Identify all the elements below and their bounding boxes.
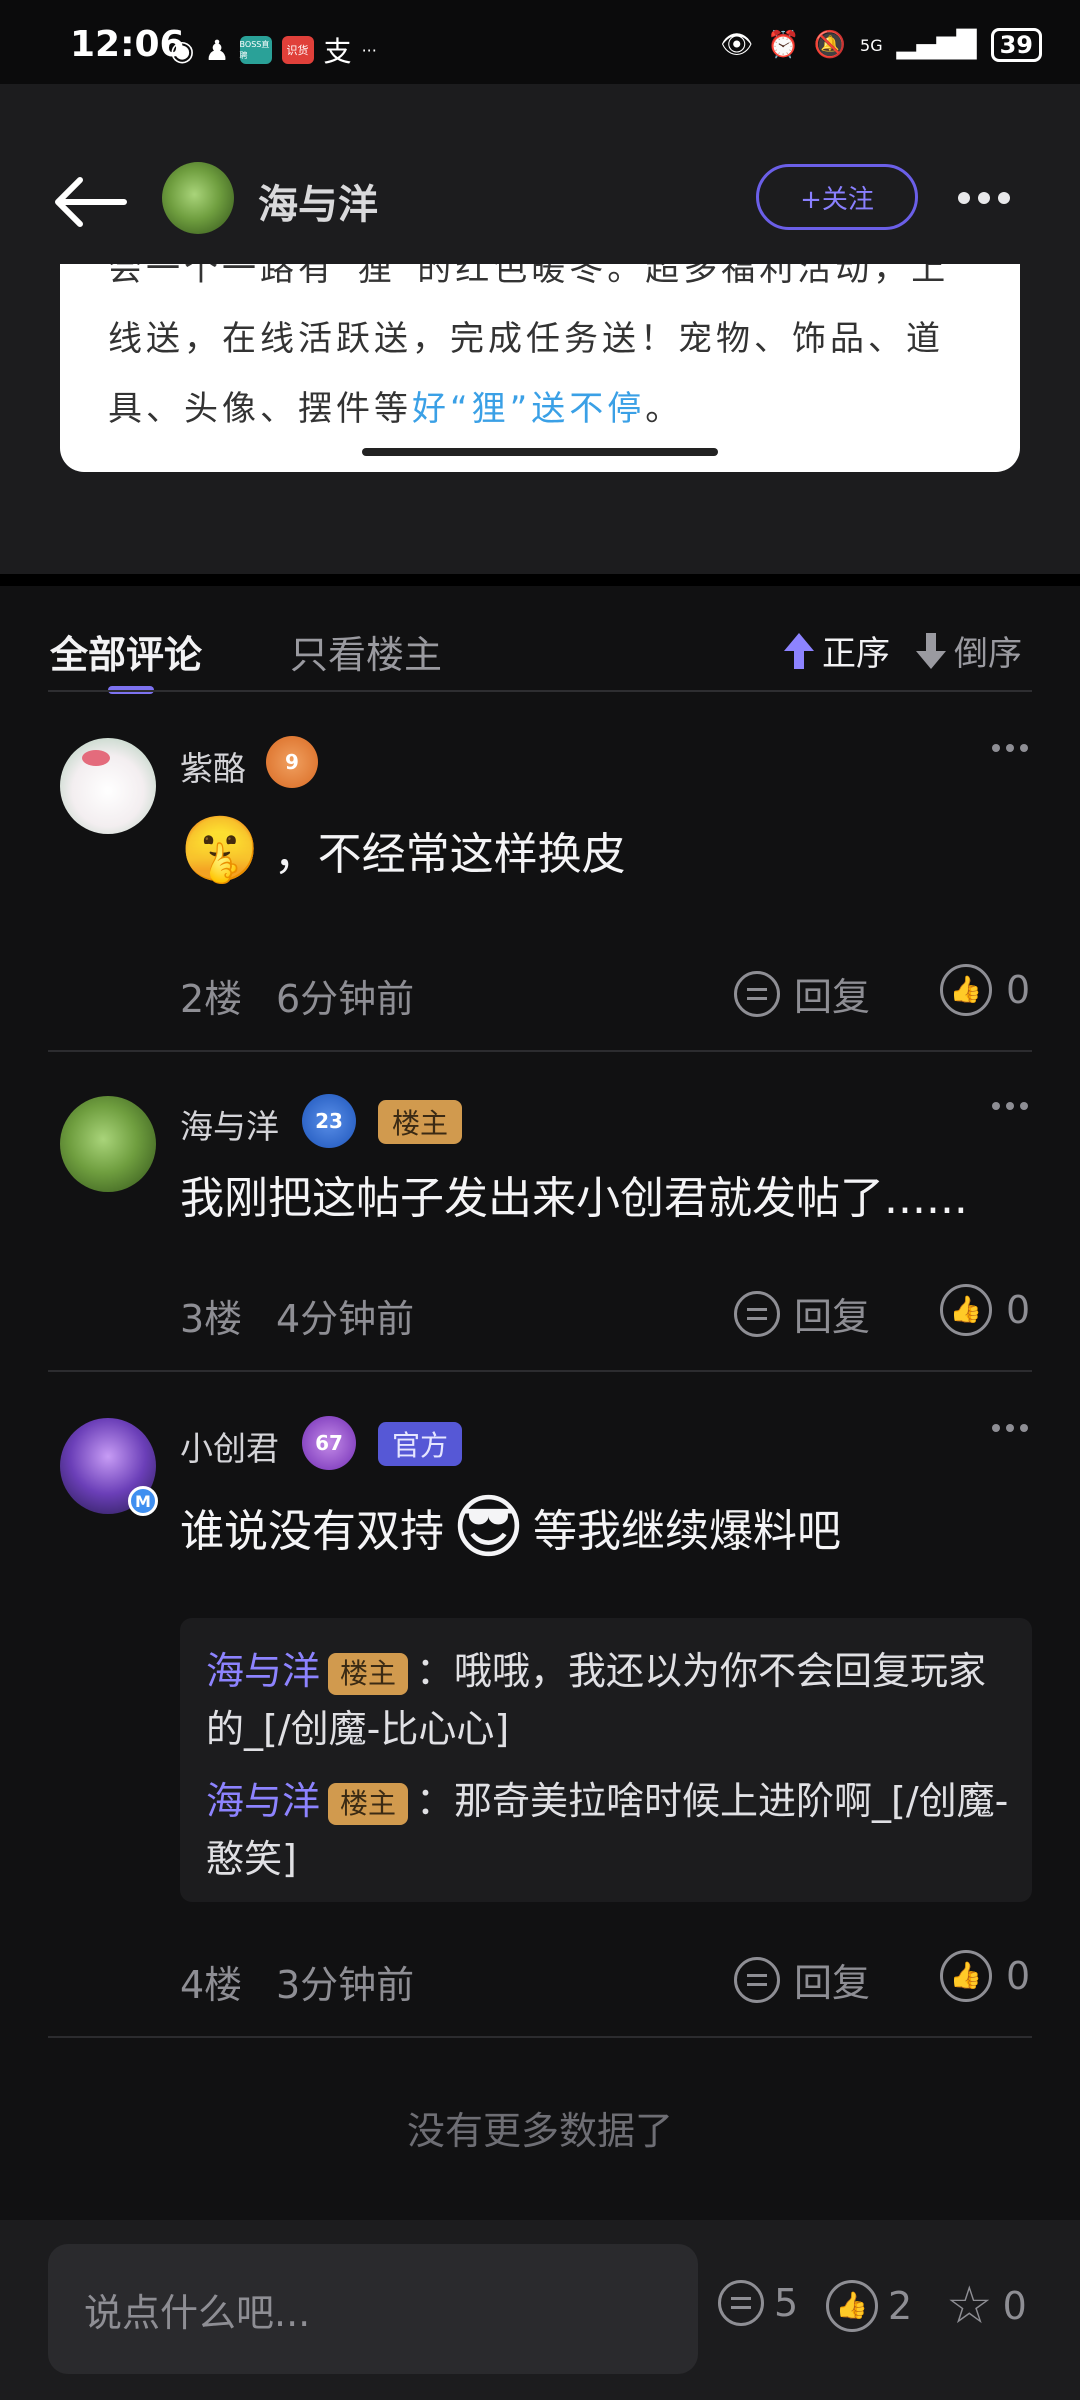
arrow-down-icon (916, 632, 946, 669)
verified-badge-icon: M (128, 1486, 158, 1516)
eye-icon: 👁 (720, 30, 754, 60)
thumbs-up-icon: 👍 (940, 964, 992, 1016)
wechat-icon: ◉ (170, 33, 195, 67)
comment-time: 4分钟前 (276, 1297, 415, 1341)
reply-icon (734, 1956, 780, 2003)
more-notifications-icon: ··· (361, 40, 377, 60)
status-right: 👁 ⏰ 🔕 5G ▂▄▆█ 39 (720, 28, 1042, 62)
comment-icon (718, 2280, 764, 2326)
reply-button[interactable]: 回复 (734, 1286, 870, 1341)
post-highlight: 好“狸”送不停 (412, 389, 646, 429)
mute-icon: 🔕 (813, 30, 847, 60)
comment-separator (48, 2036, 1032, 2038)
comments-count-button[interactable]: 5 (718, 2280, 798, 2326)
post-content-area: 会一个一路有“狸”的红色暖冬。超多福利活动，上 线送，在线活跃送，完成任务送！宠… (0, 264, 1080, 574)
qq-icon: ♟ (204, 33, 230, 67)
user-avatar[interactable] (60, 738, 156, 834)
reply-username: 海与洋 (206, 1649, 321, 1693)
reply-thread[interactable]: 海与洋 楼主 ：哦哦，我还以为你不会回复玩家的_[/创魔-比心心] 海与洋 楼主 ：那奇… (180, 1618, 1032, 1902)
notification-icons: ◉ ♟ BOSS直聘 识货 支 ··· (170, 30, 377, 70)
comment-separator (48, 1050, 1032, 1052)
comment-text: 🤫 ，不经常这样换皮 (180, 813, 626, 887)
like-button[interactable]: 👍 0 (940, 1284, 1030, 1336)
reply-button[interactable]: 回复 (734, 966, 870, 1021)
alipay-icon: 支 (323, 35, 352, 68)
user-avatar[interactable] (60, 1096, 156, 1192)
thumbs-up-icon: 👍 (940, 1950, 992, 2002)
comment-floor: 4楼 (180, 1963, 243, 2007)
comment-time: 3分钟前 (276, 1963, 415, 2007)
reply-icon (734, 1290, 780, 1337)
level-badge: 23 (302, 1094, 356, 1148)
sort-desc-button[interactable]: 倒序 (914, 626, 1022, 675)
likes-count-button[interactable]: 👍 2 (826, 2280, 912, 2332)
thumbs-up-icon: 👍 (940, 1284, 992, 1336)
like-button[interactable]: 👍 0 (940, 964, 1030, 1016)
reply-item: 海与洋 楼主 ：哦哦，我还以为你不会回复玩家的_[/创魔-比心心] (206, 1649, 987, 1751)
status-bar: 12:06 ◉ ♟ BOSS直聘 识货 支 ··· 👁 ⏰ 🔕 5G ▂▄▆█ … (0, 0, 1080, 84)
reply-item: 海与洋 楼主 ：那奇美拉啥时候上进阶啊_[/创魔-憨笑] (206, 1779, 1009, 1881)
post-text: 会一个一路有“狸”的红色暖冬。超多福利活动，上 线送，在线活跃送，完成任务送！宠… (108, 264, 950, 429)
follow-button[interactable]: +关注 (756, 164, 918, 230)
user-avatar[interactable]: M (60, 1418, 158, 1516)
signal-icon: ▂▄▆█ (896, 30, 977, 60)
thumbs-up-icon: 👍 (826, 2280, 878, 2332)
tab-underline (48, 690, 1032, 692)
comment-floor: 2楼 (180, 977, 243, 1021)
owner-tag: 楼主 (328, 1652, 409, 1695)
official-tag: 官方 (378, 1422, 463, 1466)
comment-username[interactable]: 小创君 (180, 1422, 279, 1470)
owner-tag: 楼主 (328, 1782, 409, 1825)
shipinhao-icon: 识货 (281, 36, 314, 64)
battery-icon: 39 (990, 28, 1042, 62)
network-label: 5G (860, 35, 883, 55)
post-card: 会一个一路有“狸”的红色暖冬。超多福利活动，上 线送，在线活跃送，完成任务送！宠… (60, 264, 1020, 472)
sort-asc-button[interactable]: 正序 (782, 626, 890, 675)
comment-more-icon[interactable] (992, 1102, 1028, 1110)
reply-button[interactable]: 回复 (734, 1952, 870, 2007)
back-arrow-icon[interactable] (50, 172, 130, 232)
bottom-action-bar: 说点什么吧... 5 👍 2 ☆ 0 (0, 2220, 1080, 2400)
like-button[interactable]: 👍 0 (940, 1950, 1030, 2002)
top-bar: 海与洋 +关注 (0, 84, 1080, 264)
tab-owner-only[interactable]: 只看楼主 (290, 624, 442, 679)
section-divider (0, 574, 1080, 586)
arrow-up-icon (784, 632, 814, 669)
no-more-data-label: 没有更多数据了 (406, 2109, 673, 2153)
tab-all-comments[interactable]: 全部评论 (50, 624, 202, 679)
boss-zhipin-icon: BOSS直聘 (239, 36, 272, 64)
author-name[interactable]: 海与洋 (258, 172, 378, 230)
comment-text: 谁说没有双持 😎 等我继续爆料吧 (180, 1486, 841, 1568)
author-avatar[interactable] (162, 162, 234, 234)
comment-floor: 3楼 (180, 1297, 243, 1341)
reply-username: 海与洋 (206, 1779, 321, 1823)
comment-more-icon[interactable] (992, 744, 1028, 752)
favorite-button[interactable]: ☆ 0 (946, 2280, 1027, 2332)
level-badge: 9 (266, 736, 318, 788)
comment-input[interactable]: 说点什么吧... (48, 2244, 698, 2374)
reply-icon (734, 970, 780, 1017)
comment-username[interactable]: 紫酪 (180, 742, 246, 790)
comment-separator (48, 1370, 1032, 1372)
comment-username[interactable]: 海与洋 (180, 1100, 279, 1148)
comment-text: 我刚把这帖子发出来小创君就发帖了...... (180, 1173, 968, 1224)
star-icon: ☆ (946, 2276, 993, 2336)
level-badge: 67 (302, 1416, 356, 1470)
comment-more-icon[interactable] (992, 1424, 1028, 1432)
more-options-icon[interactable] (958, 192, 1010, 204)
comment-time: 6分钟前 (276, 977, 415, 1021)
owner-tag: 楼主 (378, 1100, 463, 1144)
shush-emoji: 🤫 (180, 813, 260, 887)
status-time: 12:06 (70, 24, 185, 65)
alarm-icon: ⏰ (767, 30, 800, 60)
card-scrollbar[interactable] (362, 448, 718, 456)
sunglasses-emoji: 😎 (452, 1486, 525, 1568)
